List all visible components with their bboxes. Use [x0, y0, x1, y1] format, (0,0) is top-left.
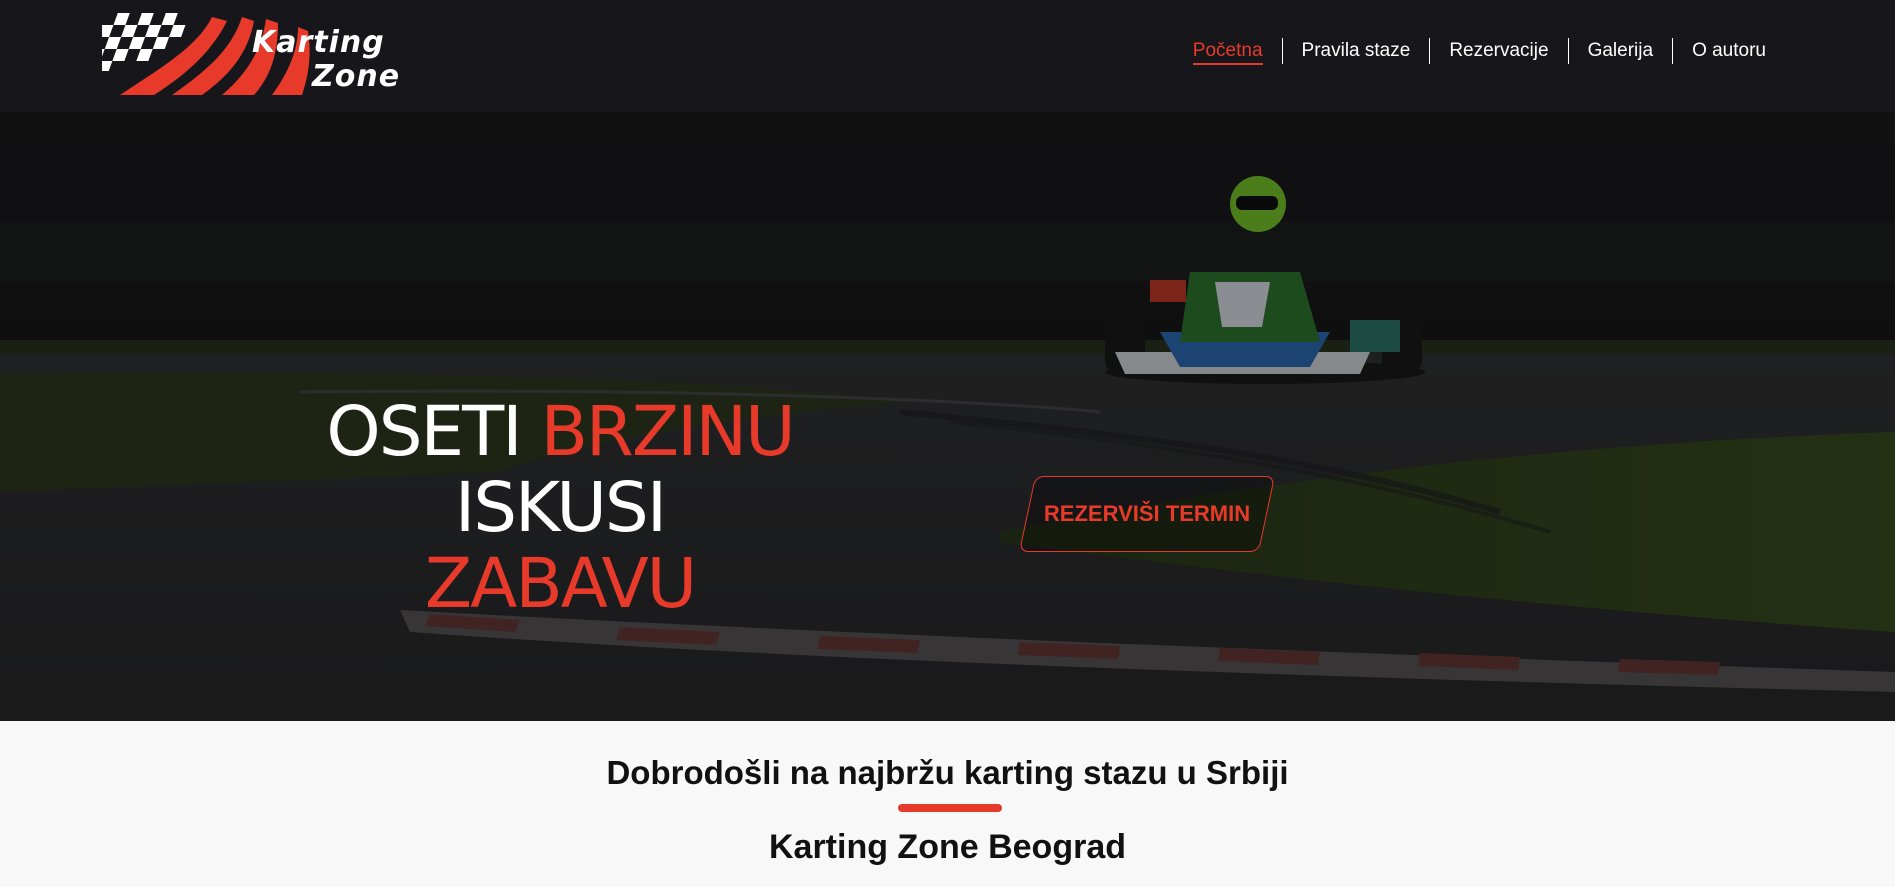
logo-text-line1: Karting	[252, 25, 385, 60]
title-underline-divider	[898, 804, 1002, 812]
karting-zone-logo[interactable]: Karting Zone	[88, 7, 412, 99]
hero-line1-red: BRZINU	[540, 392, 796, 472]
nav-item-rezervacije[interactable]: Rezervacije	[1429, 38, 1567, 64]
hero-line3: ZABAVU	[424, 544, 697, 624]
hero-line1-white: OSETI	[326, 392, 522, 472]
nav-item-label: Pravila staze	[1301, 40, 1411, 61]
nav-item-label: O autoru	[1692, 40, 1766, 61]
hero-background-track-image	[0, 112, 1895, 721]
nav-item-pravila-staze[interactable]: Pravila staze	[1281, 38, 1430, 64]
welcome-title: Dobrodošli na najbržu karting stazu u Sr…	[606, 754, 1289, 791]
nav-item-label: Rezervacije	[1449, 40, 1549, 61]
site-header: Karting Zone Početna Pravila staze Rezer…	[0, 0, 1895, 112]
main-nav: Početna Pravila staze Rezervacije Galeri…	[1192, 38, 1785, 65]
nav-item-label: Galerija	[1587, 40, 1654, 61]
nav-item-galerija[interactable]: Galerija	[1567, 38, 1672, 64]
hero-headline: OSETI BRZINU ISKUSI ZABAVU	[300, 394, 820, 622]
hero-banner: OSETI BRZINU ISKUSI ZABAVU REZERVIŠI TER…	[0, 112, 1895, 721]
reserve-button[interactable]: REZERVIŠI TERMIN	[1027, 500, 1267, 528]
welcome-subtitle: Karting Zone Beograd	[768, 828, 1127, 866]
logo-text-line2: Zone	[312, 59, 401, 94]
hero-line2: ISKUSI	[454, 468, 667, 548]
nav-item-pocetna[interactable]: Početna	[1192, 38, 1282, 65]
welcome-section: Dobrodošli na najbržu karting stazu u Sr…	[0, 721, 1895, 887]
nav-item-o-autoru[interactable]: O autoru	[1672, 38, 1785, 64]
nav-item-label: Početna	[1192, 40, 1263, 65]
